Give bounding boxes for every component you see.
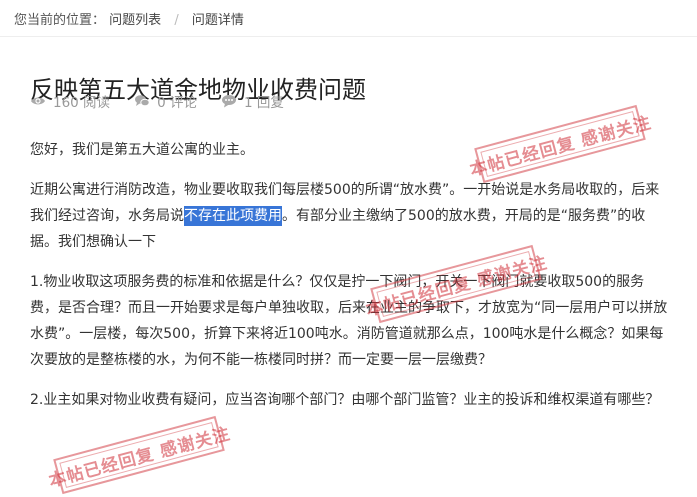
comments-icon: [135, 95, 150, 107]
breadcrumb-item-question-list[interactable]: 问题列表: [109, 13, 161, 28]
views-stat: 160 阅读: [30, 91, 110, 111]
replies-stat: 1 回复: [221, 91, 284, 111]
paragraph-question-2: 2.业主如果对物业收费有疑问，应当咨询哪个部门？由哪个部门监管？业主的投诉和维权…: [30, 392, 660, 408]
eye-icon: [31, 97, 45, 105]
selected-text[interactable]: 不存在此项费用: [184, 206, 282, 226]
breadcrumb: 您当前的位置： 问题列表 / 问题详情: [14, 9, 244, 29]
replied-stamp: 本帖已经回复 感谢关注: [47, 415, 233, 495]
replies-count: 1 回复: [243, 95, 284, 111]
paragraph-greeting: 您好，我们是第五大道公寓的业主。: [30, 142, 254, 158]
breadcrumb-separator: /: [174, 13, 179, 28]
breadcrumb-item-question-detail[interactable]: 问题详情: [192, 13, 244, 28]
post-body: 您好，我们是第五大道公寓的业主。 近期公寓进行消防改造，物业要收取我们每层楼50…: [30, 137, 670, 427]
post-stats: 160 阅读 0 评论 1 回复: [30, 91, 308, 111]
comments-stat: 0 评论: [134, 91, 197, 111]
breadcrumb-prefix: 您当前的位置：: [14, 13, 106, 28]
paragraph-background: 近期公寓进行消防改造，物业要收取我们每层楼500的所谓“放水费”。一开始说是水务…: [30, 177, 670, 255]
divider: [0, 36, 697, 37]
comments-count: 0 评论: [157, 95, 197, 111]
paragraph-question-1: 1.物业收取这项服务费的标准和依据是什么？仅仅是拧一下阀门，开关一下阀门就要收取…: [30, 274, 668, 368]
reply-icon: [221, 95, 236, 108]
views-count: 160 阅读: [53, 95, 111, 111]
